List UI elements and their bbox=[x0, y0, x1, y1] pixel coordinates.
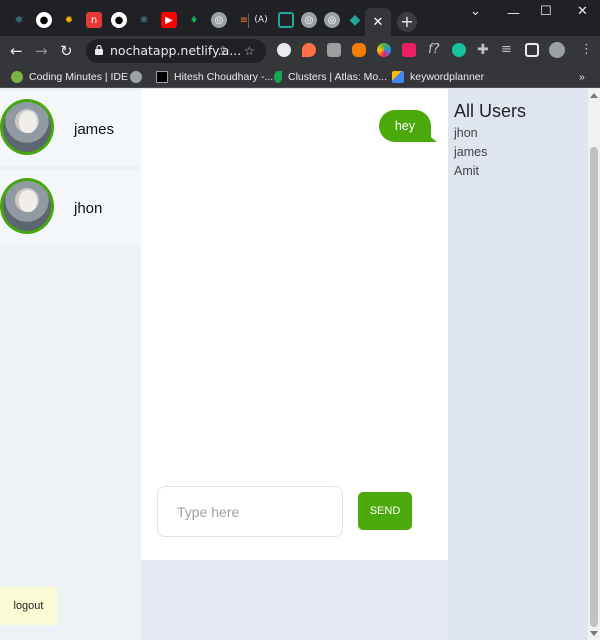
globe-icon: ◎ bbox=[324, 12, 340, 28]
tab-search-chevron-icon[interactable]: ⌄ bbox=[470, 4, 481, 19]
extension-flame-icon[interactable] bbox=[302, 43, 316, 57]
tab-mongodb[interactable]: ♦ bbox=[183, 9, 205, 31]
scrollbar-thumb[interactable] bbox=[590, 147, 598, 627]
scroll-up-arrow-icon[interactable] bbox=[590, 93, 598, 98]
sent-message-bubble: hey bbox=[378, 110, 438, 142]
message-row: hey bbox=[378, 110, 438, 142]
bookmark-keywordplanner[interactable]: keywordplanner bbox=[392, 69, 484, 85]
conversation-name: james bbox=[74, 121, 115, 138]
conversation-item-jhon[interactable]: jhon bbox=[0, 170, 141, 245]
forward-arrow-icon[interactable]: → bbox=[35, 42, 48, 60]
mongodb-leaf-icon bbox=[274, 71, 282, 83]
github-icon: ● bbox=[36, 12, 52, 28]
tab-react[interactable]: ⚛ bbox=[8, 9, 30, 31]
extension-color-wheel-icon[interactable] bbox=[377, 43, 391, 57]
tab-github-2[interactable]: ● bbox=[108, 9, 130, 31]
react-icon: ⚛ bbox=[139, 14, 149, 26]
diamond-icon: ◆ bbox=[349, 12, 361, 28]
square-icon bbox=[156, 71, 168, 83]
tab-diamond[interactable]: ◆ bbox=[344, 9, 366, 31]
maximize-icon[interactable]: ☐ bbox=[540, 4, 552, 19]
user-list-item[interactable]: james bbox=[454, 144, 588, 161]
browser-toolbar: ← → ↻ nochatapp.netlify.a... ⇪ ☆ f? ✚ ≡ … bbox=[0, 36, 600, 66]
check-circle-icon bbox=[11, 71, 23, 83]
grammarly-icon[interactable] bbox=[452, 43, 466, 57]
tab-globe-3[interactable]: ◎ bbox=[321, 9, 343, 31]
youtube-icon: ▶ bbox=[161, 12, 177, 28]
github-icon: ● bbox=[111, 12, 127, 28]
send-button[interactable]: SEND bbox=[358, 492, 412, 530]
bookmark-label: Clusters | Atlas: Mo... bbox=[288, 71, 388, 83]
conversation-item-james[interactable]: james bbox=[0, 91, 141, 166]
tab-react-2[interactable]: ⚛ bbox=[133, 9, 155, 31]
profile-avatar-icon[interactable] bbox=[549, 42, 565, 58]
back-arrow-icon[interactable]: ← bbox=[10, 42, 23, 60]
close-icon[interactable]: ✕ bbox=[370, 14, 386, 30]
puzzle-extensions-icon[interactable]: ✚ bbox=[477, 42, 489, 58]
google-ads-icon bbox=[392, 71, 404, 83]
page-scrollbar[interactable] bbox=[588, 89, 600, 640]
react-icon: ⚛ bbox=[14, 14, 24, 26]
reload-icon[interactable]: ↻ bbox=[60, 42, 73, 60]
kebab-menu-icon[interactable]: ⋮ bbox=[580, 42, 593, 57]
tab-settings[interactable]: ✹ bbox=[58, 9, 80, 31]
bookmarks-overflow-icon[interactable]: » bbox=[579, 69, 585, 85]
message-input[interactable] bbox=[157, 486, 343, 537]
bookmark-label: Hitesh Choudhary -... bbox=[174, 71, 274, 83]
tab-angular-regex[interactable]: (A) bbox=[250, 9, 272, 31]
metamask-fox-icon[interactable] bbox=[352, 43, 366, 57]
new-tab-plus-icon[interactable]: + bbox=[397, 12, 417, 32]
tab-active-close[interactable]: ✕ bbox=[365, 8, 391, 36]
n-logo-icon: n bbox=[86, 12, 102, 28]
media-queue-icon[interactable]: ≡ bbox=[501, 42, 512, 57]
extension-tag-icon[interactable] bbox=[327, 43, 341, 57]
share-icon[interactable]: ⇪ bbox=[218, 44, 228, 58]
globe-icon: ◎ bbox=[301, 12, 317, 28]
minimize-icon[interactable]: — bbox=[507, 6, 520, 21]
extension-pink-icon[interactable] bbox=[402, 43, 416, 57]
avatar bbox=[0, 99, 54, 155]
regex-icon: (A) bbox=[254, 15, 268, 25]
tab-netlify[interactable]: n bbox=[83, 9, 105, 31]
user-list-item[interactable]: Amit bbox=[454, 163, 588, 180]
tab-app[interactable] bbox=[275, 9, 297, 31]
globe-icon: ◎ bbox=[211, 12, 227, 28]
side-panel-icon[interactable] bbox=[525, 43, 539, 57]
bookmark-hitesh[interactable]: Hitesh Choudhary -... bbox=[156, 69, 273, 85]
bookmark-star-icon[interactable]: ☆ bbox=[244, 44, 255, 58]
scroll-down-arrow-icon[interactable] bbox=[590, 631, 598, 636]
avatar bbox=[0, 178, 54, 234]
tab-globe[interactable]: ◎ bbox=[208, 9, 230, 31]
mongodb-leaf-icon: ♦ bbox=[189, 14, 199, 26]
bookmark-label: Coding Minutes | IDE bbox=[29, 71, 129, 83]
formula-fx-icon[interactable]: f? bbox=[428, 42, 439, 57]
gear-icon: ✹ bbox=[64, 14, 74, 26]
tab-youtube[interactable]: ▶ bbox=[158, 9, 180, 31]
logout-button[interactable]: logout bbox=[0, 587, 57, 625]
square-outline-icon bbox=[278, 12, 294, 28]
tab-globe-2[interactable]: ◎ bbox=[298, 9, 320, 31]
globe-icon bbox=[130, 71, 142, 83]
bookmarks-bar: Coding Minutes | IDE Hitesh Choudhary -.… bbox=[0, 66, 600, 88]
overflow-chevrons: » bbox=[579, 71, 585, 83]
all-users-panel: All Users jhon james Amit bbox=[448, 89, 588, 640]
user-list-item[interactable]: jhon bbox=[454, 125, 588, 142]
conversation-sidebar: james jhon logout bbox=[0, 89, 141, 640]
bookmark-atlas[interactable]: Clusters | Atlas: Mo... bbox=[274, 69, 387, 85]
lock-icon bbox=[95, 45, 103, 55]
tab-separator bbox=[248, 14, 249, 28]
bookmark-label: keywordplanner bbox=[410, 71, 485, 83]
chat-app: james jhon logout hey All Users jhon jam… bbox=[0, 89, 588, 640]
close-window-icon[interactable]: ✕ bbox=[577, 4, 588, 19]
address-bar[interactable]: nochatapp.netlify.a... bbox=[86, 39, 266, 63]
bookmark-globe[interactable] bbox=[130, 69, 142, 85]
bookmark-coding-minutes[interactable]: Coding Minutes | IDE bbox=[11, 69, 128, 85]
browser-tab-strip: ⚛ ● ✹ n ● ⚛ ▶ ♦ ◎ ≡ (A) ◎ ◎ ◆ ✕ + ⌄ — ☐ … bbox=[0, 0, 600, 36]
conversation-name: jhon bbox=[74, 200, 103, 217]
extension-circle-icon[interactable] bbox=[277, 43, 291, 57]
tab-github[interactable]: ● bbox=[33, 9, 55, 31]
all-users-title: All Users bbox=[454, 101, 527, 121]
